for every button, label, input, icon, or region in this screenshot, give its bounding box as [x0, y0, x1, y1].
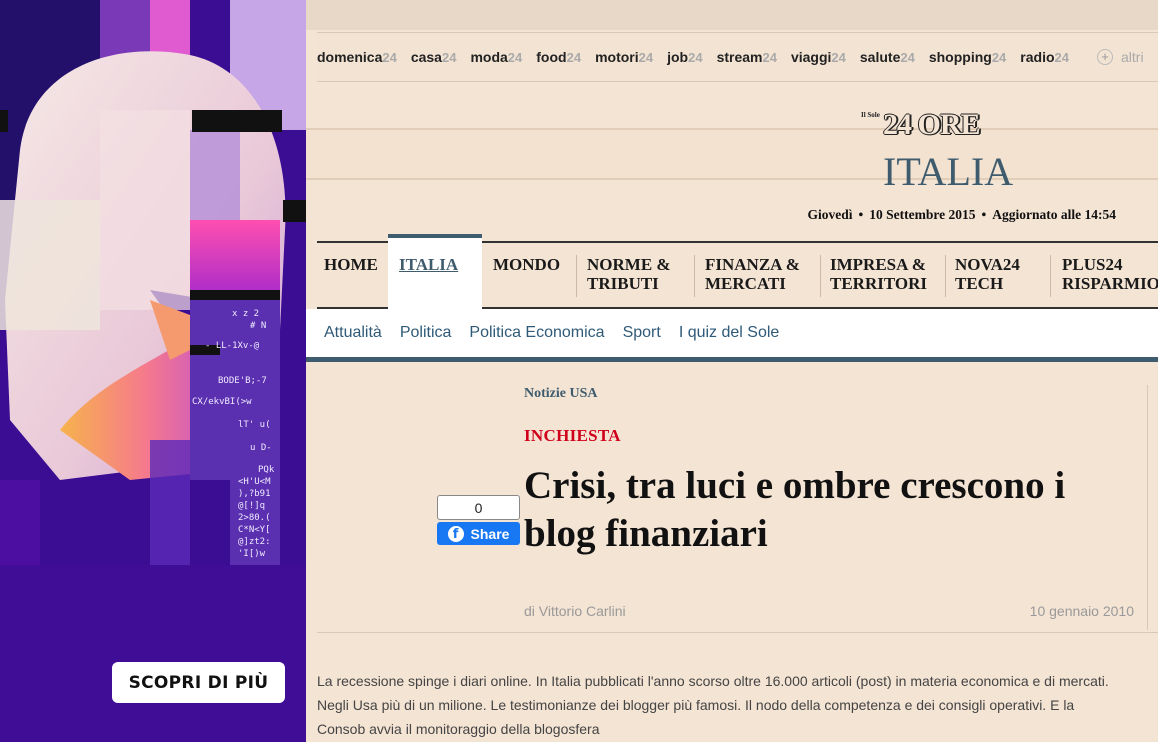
- dateline-dot: •: [981, 207, 987, 222]
- tab-italia[interactable]: ITALIA: [388, 234, 482, 312]
- tab-mondo[interactable]: MONDO: [493, 255, 560, 274]
- facebook-icon: f: [447, 525, 464, 542]
- svg-text:@[!]q: @[!]q: [238, 501, 265, 511]
- facebook-share-widget: 0 f Share: [437, 495, 520, 545]
- nav-separator: [694, 255, 695, 297]
- svg-text:- LL-1Xv-@: - LL-1Xv-@: [205, 341, 260, 351]
- nav-separator: [1050, 255, 1051, 297]
- svg-text:# N: # N: [250, 321, 266, 331]
- tab-italia-label: ITALIA: [399, 255, 459, 274]
- network-item-moda[interactable]: moda24: [470, 49, 522, 65]
- nav-separator: [945, 255, 946, 297]
- network-item-motori[interactable]: motori24: [595, 49, 653, 65]
- network-more[interactable]: + altri: [1097, 49, 1144, 65]
- ad-artwork-face: x z 2 # N - LL-1Xv-@ BODE'B;-7 CX/ekvBI(…: [0, 0, 306, 565]
- masthead-band: [306, 128, 1158, 180]
- share-count: 0: [437, 495, 520, 520]
- share-label: Share: [470, 525, 510, 542]
- svg-text:lT' u(: lT' u(: [238, 420, 271, 430]
- tab-finanza-mercati[interactable]: FINANZA & MERCATI: [705, 255, 800, 293]
- subnav-attualita[interactable]: Attualità: [324, 324, 382, 342]
- svg-text:@]zt2:: @]zt2:: [238, 537, 271, 547]
- facebook-share-button[interactable]: f Share: [437, 522, 520, 545]
- subnav-politica-economica[interactable]: Politica Economica: [469, 324, 604, 342]
- svg-text:<H'U<M: <H'U<M: [238, 477, 271, 487]
- tab-home[interactable]: HOME: [324, 255, 378, 274]
- main-navigation: HOME ITALIA MONDO NORME & TRIBUTI FINANZA…: [317, 234, 1158, 312]
- section-title: ITALIA: [883, 149, 1014, 194]
- svg-text:2>80.(: 2>80.(: [238, 513, 271, 523]
- tab-nova24-tech[interactable]: NOVA24 TECH: [955, 255, 1020, 293]
- top-strip: [306, 0, 1158, 30]
- advertisement-banner[interactable]: x z 2 # N - LL-1Xv-@ BODE'B;-7 CX/ekvBI(…: [0, 0, 306, 742]
- column-divider: [1147, 385, 1148, 630]
- svg-text:'I[)w: 'I[)w: [238, 549, 266, 559]
- network-item-shopping[interactable]: shopping24: [929, 49, 1006, 65]
- logo-main-text: 24 ORE: [883, 108, 981, 141]
- article-label: INCHIESTA: [524, 426, 621, 445]
- logo-small-text: Il Sole: [861, 111, 880, 119]
- network-item-domenica[interactable]: domenica24: [317, 49, 397, 65]
- subnav-politica[interactable]: Politica: [400, 324, 452, 342]
- network-bar: domenica24 casa24 moda24 food24 motori24…: [317, 32, 1158, 82]
- network-item-stream[interactable]: stream24: [717, 49, 777, 65]
- tab-norme-tributi[interactable]: NORME & TRIBUTI: [587, 255, 671, 293]
- article-page: domenica24 casa24 moda24 food24 motori24…: [306, 0, 1158, 742]
- svg-text:u D-: u D-: [250, 443, 272, 453]
- svg-text:CX/ekvBI(>w: CX/ekvBI(>w: [192, 397, 252, 407]
- plus-icon: +: [1097, 49, 1113, 65]
- article-divider: [317, 632, 1158, 633]
- dateline-updated: Aggiornato alle 14:54: [992, 207, 1116, 222]
- sub-navigation: Attualità Politica Politica Economica Sp…: [306, 309, 1158, 362]
- nav-separator: [576, 255, 577, 297]
- svg-text:x z 2: x z 2: [232, 309, 259, 319]
- discover-more-button[interactable]: SCOPRI DI PIÙ: [112, 662, 285, 703]
- network-item-radio[interactable]: radio24: [1020, 49, 1069, 65]
- network-item-salute[interactable]: salute24: [860, 49, 915, 65]
- article-author: di Vittorio Carlini: [524, 603, 626, 619]
- tab-impresa-territori[interactable]: IMPRESA & TERRITORI: [830, 255, 927, 293]
- dateline-day: Giovedì: [807, 207, 853, 222]
- tab-plus24-risparmio[interactable]: PLUS24 RISPARMIO: [1062, 255, 1158, 293]
- svg-text:C*N<Y[: C*N<Y[: [238, 525, 271, 535]
- nav-separator: [820, 255, 821, 297]
- dateline-date: 10 Settembre 2015: [869, 207, 976, 222]
- article-kicker[interactable]: Notizie USA: [524, 386, 598, 402]
- svg-text:PQk: PQk: [258, 465, 275, 475]
- network-item-job[interactable]: job24: [667, 49, 702, 65]
- dateline-dot: •: [858, 207, 864, 222]
- subnav-quiz-del-sole[interactable]: I quiz del Sole: [679, 324, 780, 342]
- svg-text:BODE'B;-7: BODE'B;-7: [218, 376, 267, 386]
- network-item-casa[interactable]: casa24: [411, 49, 457, 65]
- svg-text:),?b91: ),?b91: [238, 489, 271, 499]
- article-headline: Crisi, tra luci e ombre crescono i blog …: [524, 464, 1066, 555]
- site-logo[interactable]: Il Sole 24 ORE: [861, 108, 1001, 148]
- dateline: Giovedì • 10 Settembre 2015 • Aggiornato all…: [808, 207, 1116, 223]
- network-more-label: altri: [1121, 49, 1144, 65]
- subnav-sport[interactable]: Sport: [623, 324, 661, 342]
- network-item-viaggi[interactable]: viaggi24: [791, 49, 846, 65]
- article-date: 10 gennaio 2010: [1029, 603, 1134, 619]
- network-item-food[interactable]: food24: [536, 49, 581, 65]
- article-summary: La recessione spinge i diari online. In …: [317, 673, 1109, 737]
